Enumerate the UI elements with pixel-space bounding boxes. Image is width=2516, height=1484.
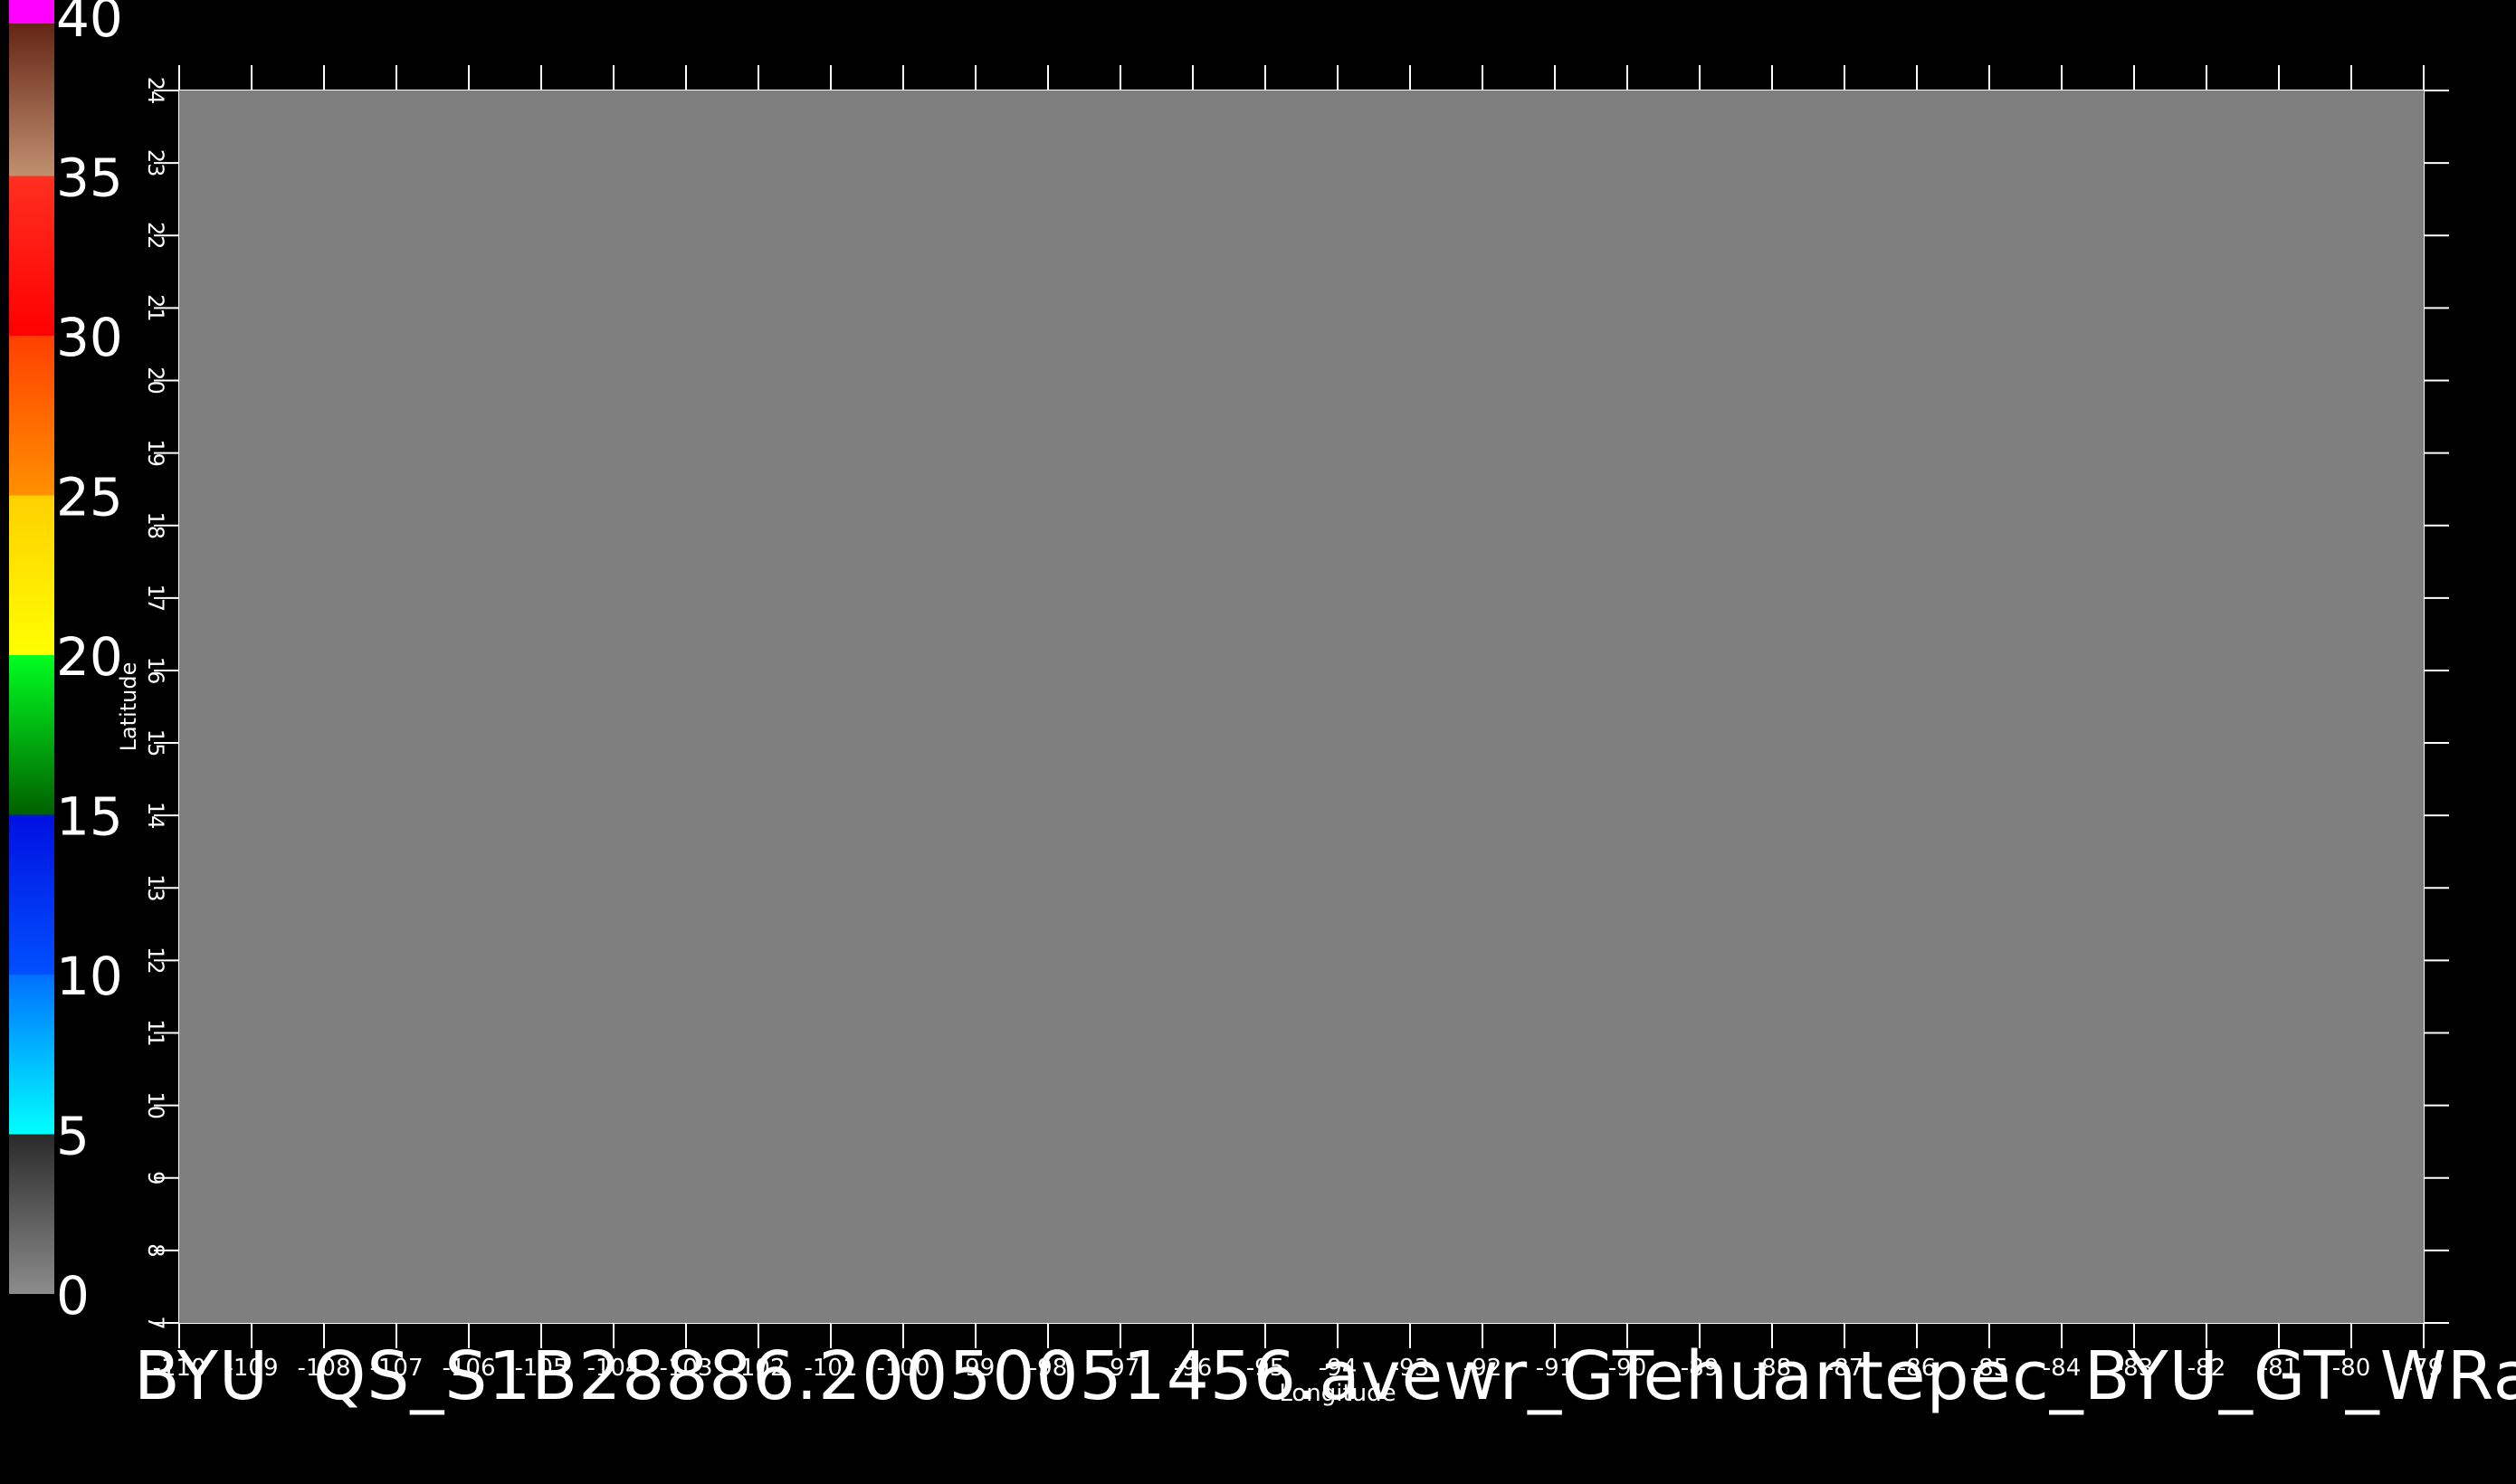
lat-tick-label: 18 [143,511,168,539]
colorbar-labels: 0 5 10 15 20 25 30 35 40 [56,0,123,1327]
colorbar-band [9,336,54,496]
lat-tick-label: 9 [143,1171,168,1184]
colorbar-tick-label: 0 [56,1265,90,1327]
lat-tick-label: 19 [143,439,168,467]
colorbar-tick-label: 5 [56,1106,90,1167]
lat-tick-label: 17 [143,585,168,613]
lat-tick-label: 20 [143,366,168,395]
colorbar-tick-label: 35 [56,147,123,209]
lat-tick-label: 21 [143,294,168,322]
colorbar-band [9,495,54,655]
wind-speed-map-figure: 0510152025303540 -110 -109 -108 -107 -106 -10… [9,0,2449,1407]
lat-tick-label: 13 [143,874,168,902]
lat-tick-label: 8 [143,1243,168,1257]
colorbar-band [9,176,54,336]
colorbar [9,0,54,1294]
lat-tick-label: 15 [143,729,168,757]
colorbar-band-top [9,0,54,24]
colorbar-band [9,814,54,975]
y-axis-label: Latitude [116,662,141,752]
colorbar-tick-label: 15 [56,786,123,848]
lat-tick-label: 24 [143,77,168,105]
lat-tick-label: 7 [143,1316,168,1329]
colorbar-tick-label: 30 [56,307,123,368]
lat-tick-label: 12 [143,947,168,975]
colorbar-tick-label: 25 [56,467,123,528]
lat-tick-label: 14 [143,802,168,830]
colorbar-tick-label: 10 [56,946,123,1007]
colorbar-tick-label: 40 [56,0,123,49]
colorbar-band [9,975,54,1135]
lat-tick-label: 10 [143,1091,168,1119]
colorbar-band [9,16,54,176]
colorbar-band [9,1134,54,1294]
lat-tick-label: 16 [143,657,168,685]
colorbar-tick-label: 20 [56,626,123,688]
colorbar-band [9,655,54,815]
lat-tick-label: 23 [143,149,168,177]
lat-tick-label: 22 [143,222,168,250]
image-title: BYU QS_S1B28886.20050051456.avewr_GTehua… [134,1337,2516,1415]
lat-tick-label: 11 [143,1019,168,1047]
